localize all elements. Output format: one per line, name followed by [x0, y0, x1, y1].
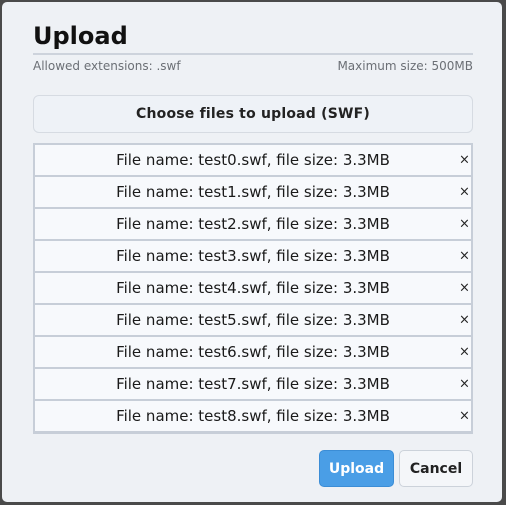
file-item-text: File name: test4.swf, file size: 3.3MB — [116, 279, 390, 297]
remove-file-icon[interactable]: × — [459, 378, 470, 391]
choose-files-button[interactable]: Choose files to upload (SWF) — [33, 95, 473, 133]
file-list-item: File name: test0.swf, file size: 3.3MB × — [35, 145, 471, 175]
file-item-text: File name: test7.swf, file size: 3.3MB — [116, 375, 390, 393]
file-list-item: File name: test5.swf, file size: 3.3MB × — [35, 305, 471, 335]
allowed-extensions-text: Allowed extensions: .swf — [33, 59, 181, 73]
dialog-title: Upload — [33, 22, 128, 50]
file-list: File name: test0.swf, file size: 3.3MB ×… — [33, 143, 473, 434]
max-size-text: Maximum size: 500MB — [337, 59, 473, 73]
remove-file-icon[interactable]: × — [459, 218, 470, 231]
file-list-item: File name: test4.swf, file size: 3.3MB × — [35, 273, 471, 303]
file-list-item: File name: test1.swf, file size: 3.3MB × — [35, 177, 471, 207]
file-list-item: File name: test2.swf, file size: 3.3MB × — [35, 209, 471, 239]
file-item-text: File name: test0.swf, file size: 3.3MB — [116, 151, 390, 169]
remove-file-icon[interactable]: × — [459, 410, 470, 423]
title-divider — [33, 53, 473, 55]
file-item-text: File name: test6.swf, file size: 3.3MB — [116, 343, 390, 361]
file-item-text: File name: test3.swf, file size: 3.3MB — [116, 247, 390, 265]
remove-file-icon[interactable]: × — [459, 314, 470, 327]
file-item-text: File name: test2.swf, file size: 3.3MB — [116, 215, 390, 233]
remove-file-icon[interactable]: × — [459, 282, 470, 295]
file-list-item: File name: test8.swf, file size: 3.3MB × — [35, 401, 471, 431]
file-list-item: File name: test7.swf, file size: 3.3MB × — [35, 369, 471, 399]
remove-file-icon[interactable]: × — [459, 250, 470, 263]
remove-file-icon[interactable]: × — [459, 154, 470, 167]
file-item-text: File name: test5.swf, file size: 3.3MB — [116, 311, 390, 329]
cancel-button[interactable]: Cancel — [399, 450, 473, 487]
file-item-text: File name: test8.swf, file size: 3.3MB — [116, 407, 390, 425]
file-list-item: File name: test3.swf, file size: 3.3MB × — [35, 241, 471, 271]
remove-file-icon[interactable]: × — [459, 346, 470, 359]
upload-dialog: Upload Allowed extensions: .swf Maximum … — [2, 2, 502, 502]
file-list-item: File name: test6.swf, file size: 3.3MB × — [35, 337, 471, 367]
remove-file-icon[interactable]: × — [459, 186, 470, 199]
upload-button[interactable]: Upload — [319, 450, 394, 487]
file-item-text: File name: test1.swf, file size: 3.3MB — [116, 183, 390, 201]
